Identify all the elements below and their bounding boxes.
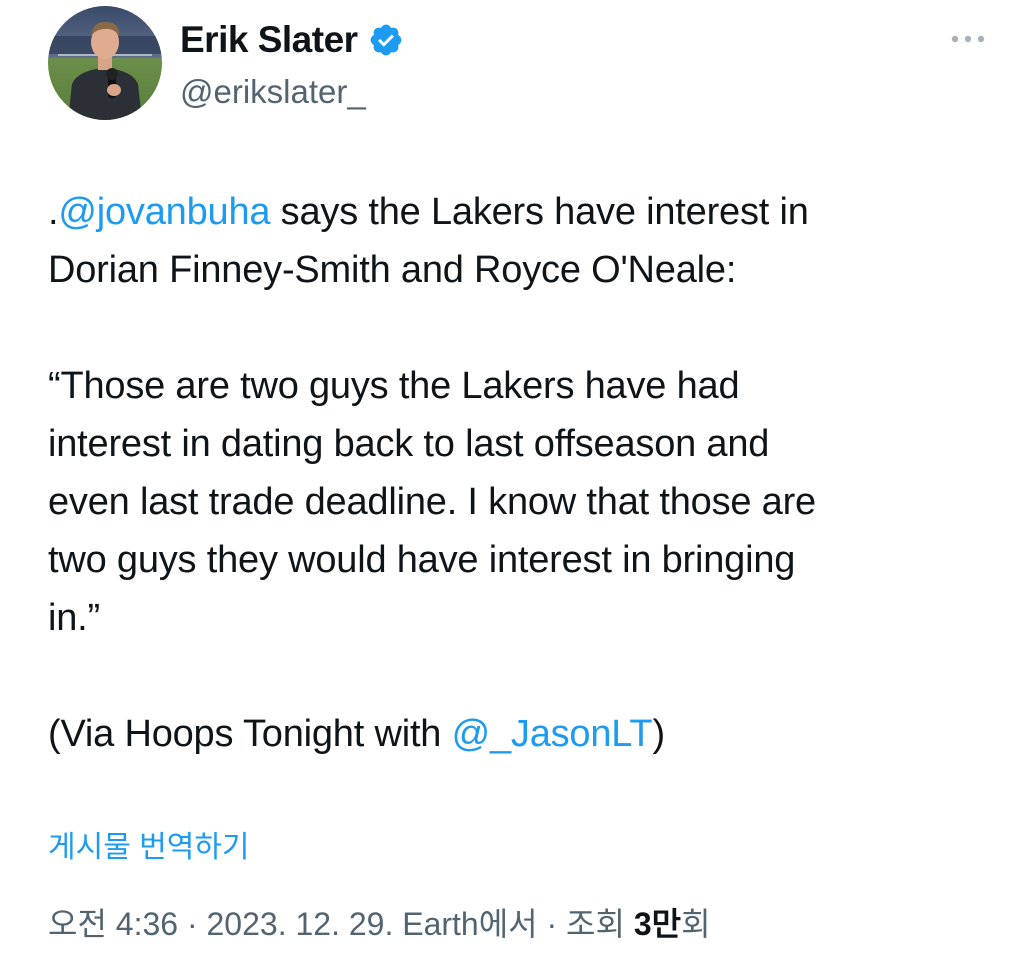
tweet-time[interactable]: 오전 4:36: [48, 906, 178, 942]
mention-link-jovanbuha[interactable]: @jovanbuha: [58, 191, 270, 233]
via-prefix: (Via Hoops Tonight with: [48, 713, 452, 755]
quote-line: interest in dating back to last offseaso…: [48, 423, 770, 465]
verified-badge-icon: [368, 22, 404, 58]
author-display-name[interactable]: Erik Slater: [180, 18, 358, 62]
line-text: says the Lakers have interest in: [270, 191, 809, 233]
via-line: (Via Hoops Tonight with @_JasonLT): [48, 705, 968, 763]
tweet-header: Erik Slater @erikslater_: [48, 6, 988, 126]
tweet-date[interactable]: 2023. 12. 29.: [207, 906, 394, 942]
quote-line: two guys they would have interest in bri…: [48, 539, 796, 581]
profile-photo-icon: [48, 6, 162, 120]
mention-link-jasonlt[interactable]: @_JasonLT: [452, 713, 653, 755]
tweet-source: Earth에서: [402, 906, 538, 942]
views-count[interactable]: 3만: [634, 906, 681, 942]
quote-line: even last trade deadline. I know that th…: [48, 481, 816, 523]
quote-line: in.”: [48, 597, 100, 639]
views-label-suffix: 회: [681, 906, 711, 942]
meta-separator: ·: [178, 906, 207, 942]
line-prefix: .: [48, 191, 59, 233]
views-label-prefix: 조회: [566, 906, 634, 942]
author-name-row[interactable]: Erik Slater: [180, 18, 404, 62]
via-suffix: ): [652, 713, 665, 755]
tweet-text: .@jovanbuha says the Lakers have interes…: [48, 183, 968, 763]
author-handle[interactable]: @erikslater_: [180, 70, 366, 114]
tweet-metadata: 오전 4:36 · 2023. 12. 29. Earth에서 · 조회 3만회: [48, 900, 711, 948]
tweet-line: .@jovanbuha says the Lakers have interes…: [48, 183, 968, 241]
more-options-icon[interactable]: [948, 24, 988, 54]
tweet-line: Dorian Finney-Smith and Royce O'Neale:: [48, 249, 737, 291]
translate-post-link[interactable]: 게시물 번역하기: [48, 826, 250, 870]
quote-line: “Those are two guys the Lakers have had: [48, 365, 740, 407]
meta-separator: ·: [537, 906, 567, 942]
avatar[interactable]: [48, 6, 162, 120]
